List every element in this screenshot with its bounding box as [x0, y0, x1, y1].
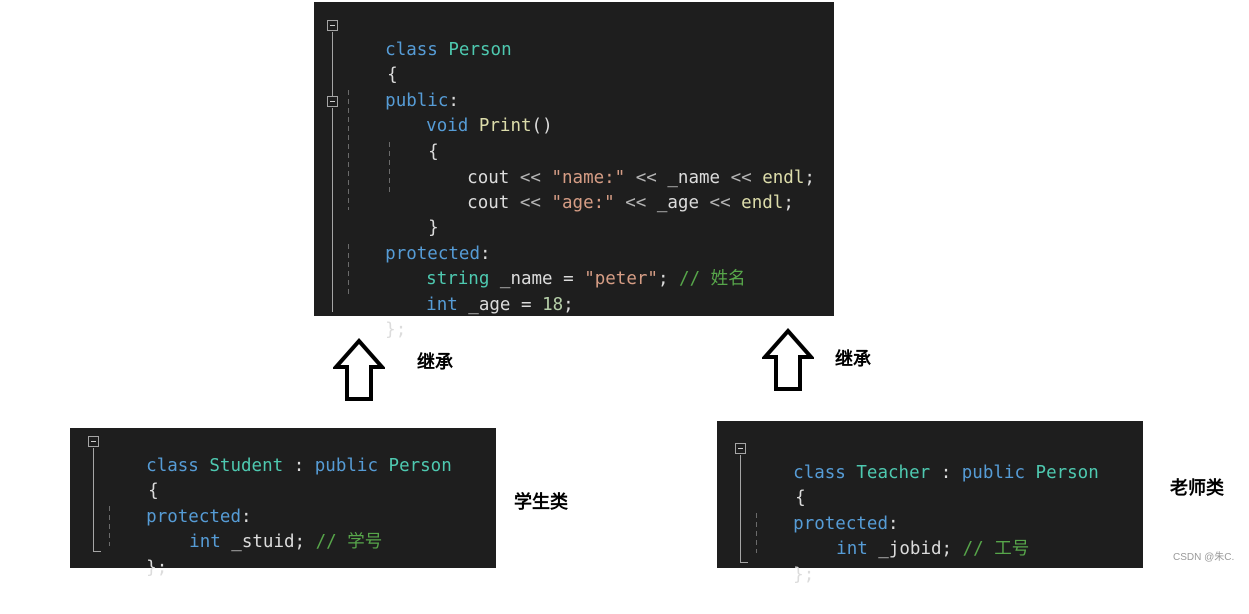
operator: << — [699, 192, 742, 213]
code-line: class Person — [343, 12, 511, 60]
base-class-name: Person — [388, 455, 452, 476]
code-line: void Print() — [384, 88, 552, 136]
keyword: public — [314, 455, 378, 476]
colon: : — [283, 455, 315, 476]
class-name: Person — [448, 39, 512, 60]
code-line: class Student : public Person — [104, 428, 452, 476]
semicolon: ; — [657, 268, 669, 289]
keyword: int — [836, 538, 868, 559]
colon: : — [930, 462, 962, 483]
student-class-code-block: class Student : public Person { protecte… — [70, 428, 496, 578]
parens: () — [531, 115, 553, 136]
string-literal: "peter" — [584, 268, 658, 289]
code-line: { — [753, 460, 806, 508]
code-line: }; — [104, 530, 167, 578]
inherit-label: 继承 — [835, 349, 871, 370]
comment: // 学号 — [305, 531, 383, 552]
code-line: cout << "name:" << _name << endl; — [425, 140, 815, 188]
person-class-code-block: class Person { public: void Print() { co… — [314, 2, 834, 340]
code-line: }; — [751, 537, 814, 585]
fold-guide — [740, 562, 748, 563]
fold-guide — [93, 551, 101, 552]
collapse-icon[interactable] — [327, 20, 338, 31]
code-line: cout << "age:" << _age << endl; — [425, 165, 794, 213]
semicolon: ; — [563, 294, 574, 315]
fold-guide — [93, 448, 94, 552]
class-name: Student — [209, 455, 284, 476]
code-line: protected: — [104, 479, 251, 527]
inherit-arrow-up-icon — [762, 328, 814, 391]
teacher-class-label: 老师类 — [1170, 478, 1224, 499]
code-line: protected: — [751, 486, 898, 534]
collapse-icon[interactable] — [735, 443, 746, 454]
code-line: } — [386, 190, 439, 238]
code-line: protected: — [343, 216, 490, 264]
inherit-arrow-up-icon — [333, 338, 385, 401]
code-line: { — [345, 37, 398, 85]
code-line: class Teacher : public Person — [751, 435, 1099, 483]
comment: // 姓名 — [668, 268, 746, 289]
fold-guide — [332, 32, 333, 96]
semicolon: ; — [804, 167, 815, 188]
keyword: public — [961, 462, 1025, 483]
code-line: int _stuid; // 学号 — [147, 504, 382, 552]
identifier: _jobid — [867, 538, 942, 559]
closing-brace: }; — [385, 319, 407, 340]
keyword: int — [189, 531, 221, 552]
identifier: _age = — [457, 294, 543, 315]
comment: // 工号 — [952, 538, 1030, 559]
code-line: { — [106, 453, 159, 501]
operator: << — [509, 192, 552, 213]
code-line: int _age = 18; — [384, 267, 574, 315]
number-literal: 18 — [542, 294, 564, 315]
code-line: string _name = "peter"; // 姓名 — [384, 241, 746, 289]
keyword: int — [426, 294, 458, 315]
code-line: { — [386, 114, 439, 162]
operator: << — [614, 192, 657, 213]
identifier: _stuid — [220, 531, 295, 552]
code-line: int _jobid; // 工号 — [794, 511, 1029, 559]
base-class-name: Person — [1035, 462, 1099, 483]
identifier: cout — [467, 192, 510, 213]
class-name: Teacher — [856, 462, 931, 483]
identifier: _age — [656, 192, 699, 213]
semicolon: ; — [783, 192, 794, 213]
collapse-icon[interactable] — [88, 436, 99, 447]
teacher-class-code-block: class Teacher : public Person { protecte… — [717, 421, 1143, 585]
collapse-icon[interactable] — [327, 96, 338, 107]
code-line: }; — [343, 292, 406, 340]
code-line: public: — [343, 63, 459, 111]
semicolon: ; — [294, 531, 306, 552]
watermark: CSDN @朱C. — [1173, 552, 1235, 563]
fold-guide — [332, 108, 333, 208]
fold-guide — [740, 455, 741, 563]
inherit-label: 继承 — [417, 352, 453, 373]
semicolon: ; — [941, 538, 953, 559]
fold-guide — [332, 208, 333, 312]
student-class-label: 学生类 — [514, 492, 568, 513]
string-literal: "age:" — [551, 192, 615, 213]
function-name: Print — [478, 115, 532, 136]
function-name: endl — [741, 192, 784, 213]
